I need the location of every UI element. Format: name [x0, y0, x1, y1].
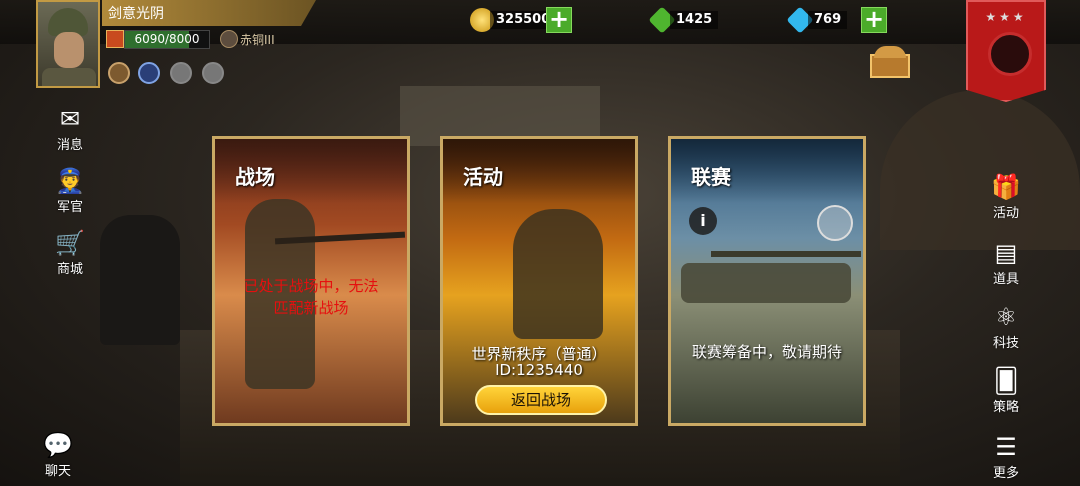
- chat-label: 聊天: [44, 464, 71, 479]
- player-name: 剑意光阴: [108, 6, 164, 22]
- banner-emblem-icon: [988, 32, 1032, 76]
- event-id: ID:1235440: [495, 361, 583, 379]
- medal-blue-icon[interactable]: [138, 62, 160, 84]
- battlefield-card[interactable]: 战场 已处于战场中，无法 匹配新战场: [212, 136, 410, 426]
- avatar-body: [42, 68, 96, 86]
- envelope-icon: ✉: [59, 105, 81, 133]
- level-icon: [106, 30, 124, 48]
- alliance-banner[interactable]: ★★★: [966, 0, 1046, 102]
- list-icon: ☰: [995, 433, 1017, 461]
- menu-tech-label: 科技: [992, 336, 1019, 351]
- rank-icon: [220, 30, 238, 48]
- league-tank-art: [681, 263, 851, 303]
- return-to-battle-button[interactable]: 返回战场: [475, 385, 607, 415]
- info-icon[interactable]: i: [689, 207, 717, 235]
- cards-icon: 🂠: [993, 367, 1019, 395]
- rank-label: 赤铜III: [240, 33, 275, 47]
- menu-officers[interactable]: 👮 军官: [40, 166, 100, 215]
- menu-items-label: 道具: [992, 272, 1019, 287]
- menu-events[interactable]: 🎁 活动: [976, 172, 1036, 221]
- menu-tech[interactable]: ⚛ 科技: [976, 302, 1036, 351]
- medal-empty-icon[interactable]: [202, 62, 224, 84]
- league-card[interactable]: 联赛 i 联赛筹备中，敬请期待: [668, 136, 866, 426]
- league-title: 联赛: [691, 165, 731, 189]
- items-icon: ▤: [994, 239, 1018, 267]
- menu-items[interactable]: ▤ 道具: [976, 238, 1036, 287]
- add-diamond-button[interactable]: +: [861, 7, 887, 33]
- podium-icon[interactable]: [817, 205, 853, 241]
- medal-empty-icon[interactable]: [170, 62, 192, 84]
- menu-messages[interactable]: ✉ 消息: [40, 104, 100, 153]
- event-card[interactable]: 活动 世界新秩序（普通） ID:1235440 返回战场: [440, 136, 638, 426]
- menu-messages-label: 消息: [56, 138, 83, 153]
- officer-icon: 👮: [55, 167, 85, 195]
- diamond-amount: 769: [808, 11, 848, 29]
- event-soldiers-art: [513, 209, 603, 339]
- xp-bar: 6090/8000: [124, 30, 210, 49]
- banner-stars: ★★★: [985, 10, 1027, 24]
- menu-more-label: 更多: [992, 466, 1019, 481]
- player-avatar[interactable]: [36, 0, 100, 88]
- league-tank-gun-art: [711, 251, 861, 257]
- cart-icon: 🛒: [55, 229, 85, 257]
- xp-text: 6090/8000: [134, 32, 200, 46]
- atom-icon: ⚛: [995, 303, 1017, 331]
- menu-shop-label: 商城: [56, 262, 83, 277]
- green-gem-amount: 1425: [670, 11, 719, 29]
- event-title: 活动: [463, 165, 503, 189]
- medal-bronze-icon[interactable]: [108, 62, 130, 84]
- chat-icon: 💬: [43, 431, 73, 459]
- menu-events-label: 活动: [992, 206, 1019, 221]
- menu-officers-label: 军官: [56, 200, 83, 215]
- gift-icon: 🎁: [991, 173, 1021, 201]
- avatar-face: [54, 32, 84, 68]
- background-arch: [880, 90, 1080, 250]
- add-gold-button[interactable]: +: [546, 7, 572, 33]
- league-status: 联赛筹备中，敬请期待: [691, 343, 842, 361]
- menu-strategy-label: 策略: [992, 400, 1019, 415]
- battlefield-title: 战场: [235, 165, 275, 189]
- battlefield-notice-line2: 匹配新战场: [273, 299, 349, 317]
- treasure-chest-icon[interactable]: [868, 44, 912, 80]
- chat-button[interactable]: 💬 聊天: [28, 430, 88, 479]
- menu-more[interactable]: ☰ 更多: [976, 432, 1036, 481]
- battlefield-notice-line1: 已处于战场中，无法: [243, 277, 379, 295]
- menu-strategy[interactable]: 🂠 策略: [976, 366, 1036, 415]
- battlefield-notice: 已处于战场中，无法 匹配新战场: [215, 275, 407, 319]
- menu-shop[interactable]: 🛒 商城: [40, 228, 100, 277]
- background-soldier: [100, 215, 180, 345]
